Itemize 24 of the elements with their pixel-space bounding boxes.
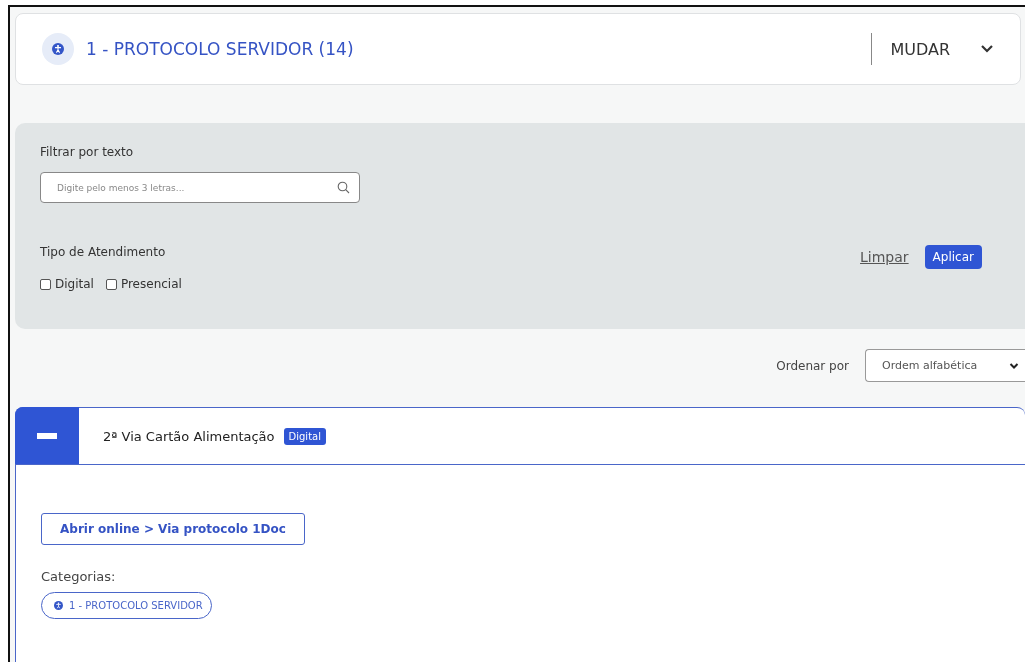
change-button[interactable]: MUDAR: [890, 39, 950, 59]
sort-dropdown[interactable]: Ordem alfabética: [865, 349, 1025, 382]
collapse-button[interactable]: [15, 407, 79, 464]
open-online-button[interactable]: Abrir online > Via protocolo 1Doc: [41, 513, 305, 545]
checkbox-label: Presencial: [120, 277, 182, 291]
apply-button[interactable]: Aplicar: [924, 245, 982, 269]
filter-label: Filtrar por texto: [40, 145, 135, 159]
search-field[interactable]: Digite pelo menos 3 letras...: [40, 172, 360, 203]
clear-link[interactable]: Limpar: [860, 249, 909, 265]
chevron-down-icon: [1009, 361, 1019, 370]
sort-label: Ordenar por: [776, 358, 849, 373]
search-icon: [337, 181, 350, 194]
minus-icon: [37, 432, 57, 439]
accessibility-icon: [54, 601, 63, 610]
categories-label: Categorias:: [41, 569, 116, 584]
checkbox[interactable]: [40, 278, 51, 290]
checkbox[interactable]: [105, 278, 117, 290]
accessibility-icon: [42, 33, 74, 65]
checkbox-label: Digital: [55, 277, 94, 291]
type-label: Tipo de Atendimento: [40, 245, 167, 259]
service-tag: Digital: [283, 427, 326, 445]
chevron-down-icon[interactable]: [980, 44, 994, 54]
category-title: 1 - PROTOCOLO SERVIDOR (14): [86, 39, 354, 59]
service-title: 2ª Via Cartão Alimentação: [103, 428, 275, 444]
